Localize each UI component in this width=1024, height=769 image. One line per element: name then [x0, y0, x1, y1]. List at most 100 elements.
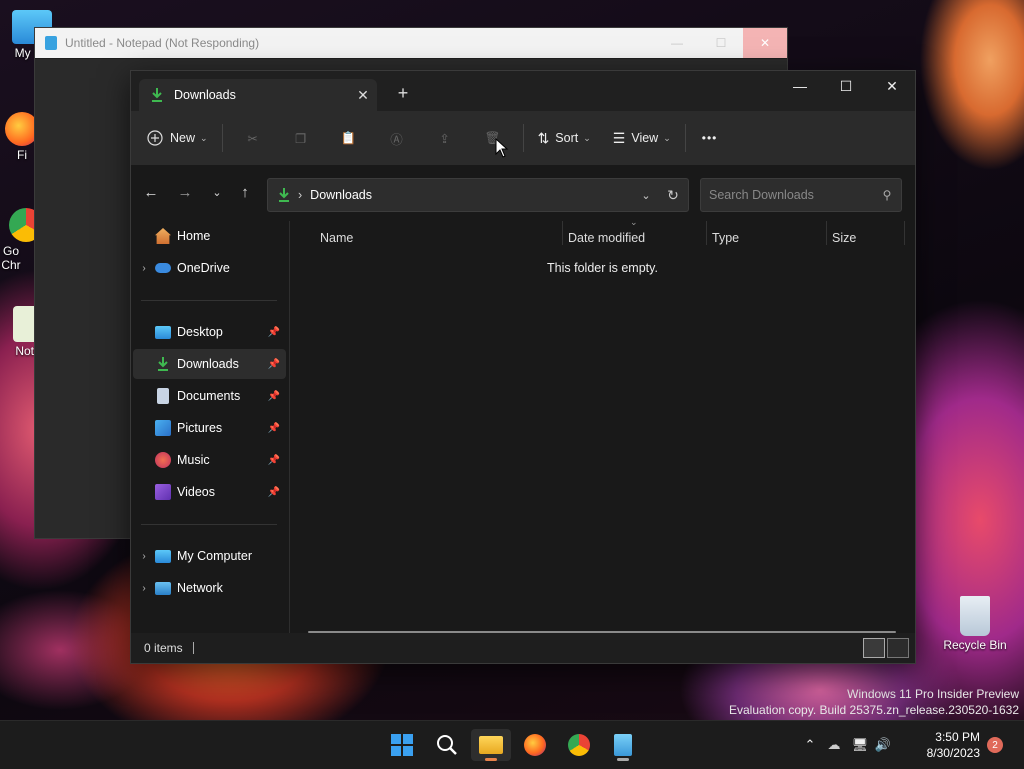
cut-button[interactable]: ✂	[229, 121, 277, 155]
nav-item-music[interactable]: Music 📌	[133, 445, 286, 475]
desktop-icon-label: Fi	[17, 148, 27, 162]
file-explorer-window[interactable]: Downloads ✕ + — ☐ ✕ New ⌄ ✂ ❐ 📋 Ⓐ ⇪ 🗑 ⇅ …	[130, 70, 916, 664]
pin-icon[interactable]: 📌	[268, 327, 280, 338]
paste-button[interactable]: 📋	[325, 121, 373, 155]
column-header-size[interactable]: Size	[832, 225, 856, 251]
video-icon	[155, 484, 171, 500]
file-list[interactable]: Name Date modified ⌄ Type Size This fold…	[290, 217, 915, 641]
onedrive-offline-icon[interactable]: ☁	[820, 737, 848, 753]
system-tray: ⌃ ☁ 🖥 🔊	[800, 721, 894, 769]
network-icon[interactable]: 🖥	[848, 737, 872, 753]
taskbar-firefox[interactable]	[515, 729, 555, 761]
pin-icon[interactable]: 📌	[268, 455, 280, 466]
new-tab-button[interactable]: +	[389, 79, 417, 107]
mouse-cursor	[495, 138, 509, 158]
clock[interactable]: 3:50 PM 8/30/2023	[927, 729, 980, 761]
address-dropdown-icon[interactable]: ⌄	[634, 189, 658, 202]
view-button[interactable]: ☰ View ⌄	[605, 121, 679, 155]
chevron-down-icon: ⌄	[212, 186, 222, 199]
pin-icon[interactable]: 📌	[268, 391, 280, 402]
picture-icon	[155, 420, 171, 436]
chevron-down-icon: ⌄	[663, 132, 671, 143]
column-header-name[interactable]: Name	[320, 225, 353, 251]
nav-item-home[interactable]: Home	[133, 221, 286, 251]
pin-icon[interactable]: 📌	[268, 423, 280, 434]
notepad-icon	[614, 734, 632, 756]
notepad-minimize-button[interactable]: —	[655, 36, 699, 50]
network-icon	[155, 581, 171, 595]
nav-item-pictures[interactable]: Pictures 📌	[133, 413, 286, 443]
search-button[interactable]	[427, 729, 467, 761]
tab-close-button[interactable]: ✕	[349, 87, 377, 104]
watermark-line: Windows 11 Pro Insider Preview	[847, 687, 1019, 701]
copy-button[interactable]: ❐	[277, 121, 325, 155]
navigation-pane: Home › OneDrive Desktop 📌 Downloads 📌 Do…	[131, 221, 290, 641]
notepad-maximize-button[interactable]: ☐	[699, 36, 743, 50]
sort-label: Sort	[555, 131, 579, 145]
sort-button[interactable]: ⇅ Sort ⌄	[530, 121, 599, 155]
more-options-button[interactable]: •••	[692, 121, 728, 155]
taskbar-chrome[interactable]	[559, 729, 599, 761]
tiles-view-button[interactable]	[887, 638, 909, 658]
taskbar-file-explorer[interactable]	[471, 729, 511, 761]
notepad-icon	[45, 36, 57, 50]
clipboard-icon: 📋	[340, 130, 357, 145]
notification-badge[interactable]: 2	[987, 737, 1003, 753]
share-icon: ⇪	[439, 131, 450, 146]
search-icon	[437, 735, 457, 755]
nav-label: Music	[177, 453, 210, 467]
column-header-type[interactable]: Type	[712, 225, 739, 251]
chevron-down-icon: ⌄	[200, 132, 208, 143]
chevron-right-icon[interactable]: ›	[133, 551, 155, 562]
taskbar-notepad[interactable]	[603, 729, 643, 761]
start-button[interactable]	[382, 729, 422, 761]
sort-indicator-icon: ⌄	[630, 217, 638, 227]
volume-icon[interactable]: 🔊	[872, 737, 894, 753]
monitor-icon	[155, 549, 171, 563]
up-button[interactable]: ↑	[231, 177, 259, 207]
tab-downloads[interactable]: Downloads ✕	[139, 79, 377, 111]
nav-label: My Computer	[177, 549, 253, 563]
rename-button[interactable]: Ⓐ	[373, 121, 421, 155]
address-bar[interactable]: › Downloads ⌄ ↻	[267, 178, 689, 212]
search-input[interactable]: Search Downloads	[709, 188, 873, 202]
chevron-up-icon[interactable]: ⌃	[800, 737, 820, 753]
chevron-right-icon[interactable]: ›	[133, 583, 155, 594]
refresh-icon[interactable]: ↻	[658, 187, 688, 204]
nav-item-desktop[interactable]: Desktop 📌	[133, 317, 286, 347]
tab-strip: Downloads ✕ + — ☐ ✕	[131, 71, 915, 111]
desktop-icon-recycle-bin[interactable]: Recycle Bin	[942, 596, 1008, 652]
notepad-close-button[interactable]: ✕	[743, 28, 787, 58]
details-view-button[interactable]	[863, 638, 885, 658]
view-label: View	[631, 131, 659, 145]
notepad-title: Untitled - Notepad (Not Responding)	[65, 36, 260, 50]
close-button[interactable]: ✕	[869, 71, 915, 101]
nav-item-network[interactable]: › Network	[133, 573, 286, 603]
back-button[interactable]: ←	[137, 177, 165, 207]
column-header-date-modified[interactable]: Date modified	[568, 225, 645, 251]
more-icon: •••	[701, 131, 718, 145]
pin-icon[interactable]: 📌	[268, 487, 280, 498]
nav-item-my-computer[interactable]: › My Computer	[133, 541, 286, 571]
search-box[interactable]: Search Downloads ⚲	[700, 178, 902, 212]
chevron-right-icon[interactable]: ›	[133, 263, 155, 274]
nav-item-onedrive[interactable]: › OneDrive	[133, 253, 286, 283]
nav-item-videos[interactable]: Videos 📌	[133, 477, 286, 507]
breadcrumb-downloads[interactable]: Downloads	[310, 188, 372, 202]
column-label: Name	[320, 231, 354, 245]
delete-button[interactable]: 🗑	[469, 121, 517, 155]
forward-button[interactable]: →	[171, 177, 199, 207]
recent-locations-button[interactable]: ⌄	[203, 177, 231, 207]
nav-item-downloads[interactable]: Downloads 📌	[133, 349, 286, 379]
nav-item-documents[interactable]: Documents 📌	[133, 381, 286, 411]
copy-icon: ❐	[294, 131, 307, 146]
breadcrumb-separator: ›	[298, 188, 303, 202]
maximize-button[interactable]: ☐	[823, 71, 869, 101]
new-button[interactable]: New ⌄	[139, 121, 216, 155]
chrome-icon	[568, 734, 590, 756]
document-icon	[157, 388, 169, 404]
notepad-titlebar[interactable]: Untitled - Notepad (Not Responding) — ☐ …	[35, 28, 787, 58]
share-button[interactable]: ⇪	[421, 121, 469, 155]
minimize-button[interactable]: —	[777, 71, 823, 101]
pin-icon[interactable]: 📌	[268, 359, 280, 370]
